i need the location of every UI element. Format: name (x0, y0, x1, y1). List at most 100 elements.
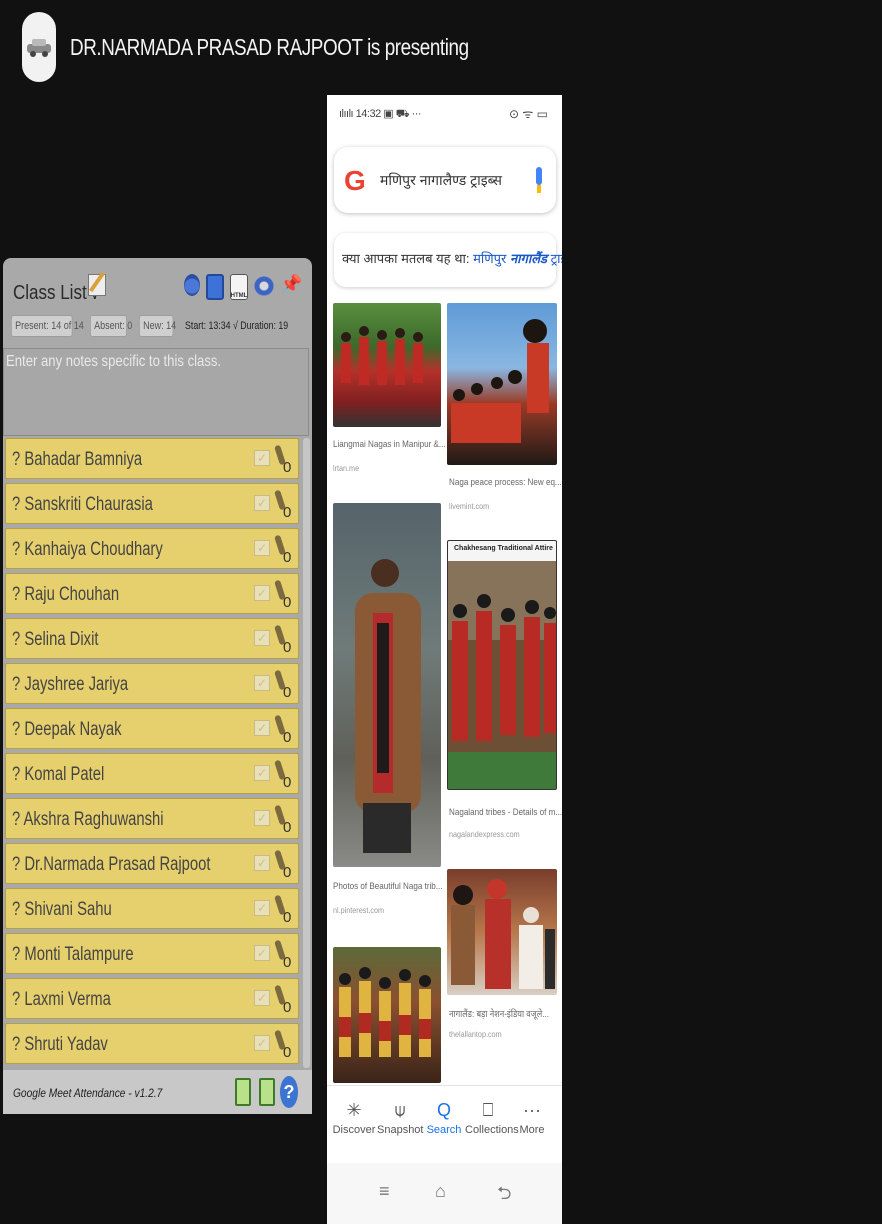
result-image-2[interactable] (447, 303, 557, 465)
checkmark-icon[interactable]: ✓ (254, 585, 270, 601)
nav-search[interactable]: Q Search (421, 1096, 467, 1136)
raised-hand-icon[interactable] (274, 805, 292, 836)
nav-discover[interactable]: ✳ Discover (331, 1096, 377, 1136)
result-image-4[interactable]: Chakhesang Traditional Attire (447, 540, 557, 790)
home-icon[interactable]: ⌂ (435, 1181, 446, 1202)
result-image-5[interactable] (447, 869, 557, 995)
checkmark-icon[interactable]: ✓ (254, 1035, 270, 1051)
did-you-mean[interactable]: क्या आपका मतलब यह था: मणिपुर नागालैंड ट्… (334, 233, 562, 287)
student-row[interactable]: ? Laxmi Verma ✓ (5, 978, 299, 1019)
student-list: ? Bahadar Bamniya ✓ ? Sanskriti Chaurasia ✓… (5, 438, 299, 1068)
checkmark-icon[interactable]: ✓ (254, 450, 270, 466)
student-row[interactable]: ? Jayshree Jariya ✓ (5, 663, 299, 704)
pin-icon[interactable]: 📌 (280, 274, 302, 300)
student-name: ? Raju Chouhan (12, 584, 120, 605)
status-right: ⊙ ᯤ ▭ (508, 107, 548, 121)
checkmark-icon[interactable]: ✓ (254, 945, 270, 961)
class-notes-textarea[interactable]: Enter any notes specific to this class. (3, 348, 309, 436)
student-name: ? Akshra Raghuwanshi (12, 809, 164, 830)
status-left: ılıılı 14:32 ▣ ⛟ ··· (339, 108, 422, 120)
raised-hand-icon[interactable] (274, 715, 292, 746)
html-export-icon[interactable]: HTML (230, 274, 248, 300)
start-time: Start: 13:34 √ Duration: 19 (185, 320, 289, 332)
result-source-5: thelallantop.com (449, 1029, 502, 1039)
recent-apps-icon[interactable]: ≡ (379, 1181, 390, 1202)
suggest-link-a[interactable]: मणिपुर (473, 251, 510, 266)
checkmark-icon[interactable]: ✓ (254, 495, 270, 511)
raised-hand-icon[interactable] (274, 895, 292, 926)
checkmark-icon[interactable]: ✓ (254, 675, 270, 691)
result-image-3[interactable] (333, 503, 441, 867)
raised-hand-icon[interactable] (274, 940, 292, 971)
student-row[interactable]: ? Bahadar Bamniya ✓ (5, 438, 299, 479)
student-row[interactable]: ? Kanhaiya Choudhary ✓ (5, 528, 299, 569)
mic-icon[interactable] (536, 167, 542, 193)
result-caption-1[interactable]: Liangmai Nagas in Manipur &... (333, 439, 446, 450)
nav-label: Search (426, 1124, 462, 1136)
student-row[interactable]: ? Shruti Yadav ✓ (5, 1023, 299, 1064)
suggest-link-c[interactable]: ट्राइब्स (547, 251, 562, 266)
meet-icon[interactable] (184, 274, 200, 296)
student-row[interactable]: ? Sanskriti Chaurasia ✓ (5, 483, 299, 524)
student-row[interactable]: ? Shivani Sahu ✓ (5, 888, 299, 929)
presenter-banner: DR.NARMADA PRASAD RAJPOOT is presenting (22, 12, 556, 82)
checkmark-icon[interactable]: ✓ (254, 990, 270, 1006)
student-row[interactable]: ? Monti Talampure ✓ (5, 933, 299, 974)
raised-hand-icon[interactable] (274, 625, 292, 656)
checkmark-icon[interactable]: ✓ (254, 900, 270, 916)
result-image-1[interactable] (333, 303, 441, 427)
export-sheet-icon[interactable] (259, 1078, 275, 1106)
checkmark-icon[interactable]: ✓ (254, 540, 270, 556)
nav-collections[interactable]: ⎕ Collections (465, 1096, 519, 1136)
result-caption-4[interactable]: Nagaland tribes - Details of m... (449, 807, 562, 818)
search-query[interactable]: मणिपुर नागालैण्ड ट्राइब्स (380, 171, 502, 190)
raised-hand-icon[interactable] (274, 580, 292, 611)
result-source-3: nl.pinterest.com (333, 905, 384, 915)
result-caption-2[interactable]: Naga peace process: New eq... (449, 477, 562, 488)
edit-notes-icon[interactable] (88, 274, 106, 296)
presenter-text: DR.NARMADA PRASAD RAJPOOT is presenting (70, 33, 469, 60)
back-icon[interactable]: ⮌ (497, 1181, 511, 1211)
panel-header: Class List∨ HTML 📌 (3, 258, 312, 312)
raised-hand-icon[interactable] (274, 850, 292, 881)
gear-icon[interactable] (254, 274, 274, 298)
checkmark-icon[interactable]: ✓ (254, 855, 270, 871)
raised-hand-icon[interactable] (274, 670, 292, 701)
student-row[interactable]: ? Selina Dixit ✓ (5, 618, 299, 659)
student-name: ? Selina Dixit (12, 629, 99, 650)
raised-hand-icon[interactable] (274, 445, 292, 476)
student-name: ? Jayshree Jariya (12, 674, 129, 695)
raised-hand-icon[interactable] (274, 490, 292, 521)
raised-hand-icon[interactable] (274, 760, 292, 791)
student-row[interactable]: ? Dr.Narmada Prasad Rajpoot ✓ (5, 843, 299, 884)
notes-placeholder: Enter any notes specific to this class. (6, 353, 222, 370)
student-row[interactable]: ? Deepak Nayak ✓ (5, 708, 299, 749)
student-row[interactable]: ? Akshra Raghuwanshi ✓ (5, 798, 299, 839)
nav-snapshot[interactable]: ⍦ Snapshot (377, 1096, 423, 1136)
raised-hand-icon[interactable] (274, 1030, 292, 1061)
checkmark-icon[interactable]: ✓ (254, 630, 270, 646)
suggest-link-b[interactable]: नागालैंड (510, 251, 547, 266)
search-box[interactable]: G मणिपुर नागालैण्ड ट्राइब्स (334, 147, 556, 213)
checkmark-icon[interactable]: ✓ (254, 720, 270, 736)
result-image-6[interactable] (333, 947, 441, 1083)
result-caption-3[interactable]: Photos of Beautiful Naga trib... (333, 881, 443, 892)
spreadsheet-icon[interactable] (235, 1078, 251, 1106)
checkmark-icon[interactable]: ✓ (254, 765, 270, 781)
student-row[interactable]: ? Raju Chouhan ✓ (5, 573, 299, 614)
raised-hand-icon[interactable] (274, 985, 292, 1016)
save-icon[interactable] (206, 274, 224, 300)
new-badge[interactable]: New: 14 (139, 315, 176, 337)
present-badge[interactable]: Present: 14 of 14 (11, 315, 84, 337)
student-list-scrollbar[interactable] (303, 438, 310, 1068)
help-icon[interactable]: ? (280, 1076, 298, 1108)
class-list-dropdown[interactable]: Class List∨ (13, 282, 99, 305)
nav-more[interactable]: ··· More (509, 1096, 555, 1136)
bookmark-icon: ⎕ (482, 1100, 494, 1120)
raised-hand-icon[interactable] (274, 535, 292, 566)
student-row[interactable]: ? Komal Patel ✓ (5, 753, 299, 794)
result-caption-5[interactable]: नागालैंड: बड़ा नेशन-इंडिया वजूले... (449, 1007, 549, 1020)
absent-badge[interactable]: Absent: 0 (90, 315, 132, 337)
checkmark-icon[interactable]: ✓ (254, 810, 270, 826)
toolbar: HTML 📌 (184, 274, 302, 300)
